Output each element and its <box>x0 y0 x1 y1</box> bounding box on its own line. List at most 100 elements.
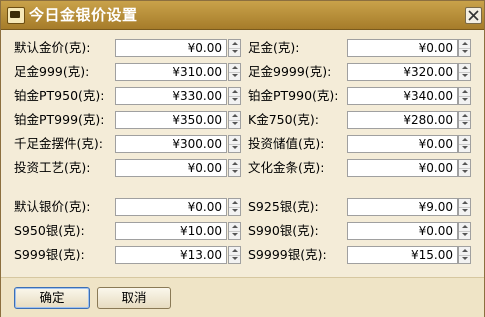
chevron-up-icon <box>462 90 468 93</box>
spin-down-button[interactable] <box>229 72 240 80</box>
price-spinner[interactable] <box>458 222 471 240</box>
left-price-input[interactable]: ¥310.00 <box>115 63 227 81</box>
chevron-down-icon <box>232 170 238 173</box>
close-icon <box>468 10 479 21</box>
right-price-input[interactable]: ¥9.00 <box>347 198 458 216</box>
right-price-input[interactable]: ¥0.00 <box>347 135 458 153</box>
spin-down-button[interactable] <box>459 207 470 215</box>
spin-down-button[interactable] <box>229 207 240 215</box>
chevron-down-icon <box>462 257 468 260</box>
right-price-label: 铂金PT990(克): <box>248 88 339 103</box>
right-price-label: S9999银(克): <box>248 247 327 262</box>
chevron-up-icon <box>232 138 238 141</box>
right-price-label: S990银(克): <box>248 223 319 238</box>
chevron-up-icon <box>462 138 468 141</box>
left-price-input[interactable]: ¥350.00 <box>115 111 227 129</box>
chevron-up-icon <box>232 66 238 69</box>
spin-down-button[interactable] <box>229 120 240 128</box>
spin-down-button[interactable] <box>459 144 470 152</box>
price-value: ¥0.00 <box>418 161 453 175</box>
chevron-up-icon <box>462 162 468 165</box>
right-price-label: 文化金条(克): <box>248 160 325 175</box>
price-value: ¥0.00 <box>418 41 453 55</box>
spin-down-button[interactable] <box>459 255 470 263</box>
left-price-input[interactable]: ¥0.00 <box>115 39 227 57</box>
left-price-input[interactable]: ¥0.00 <box>115 159 227 177</box>
price-spinner[interactable] <box>458 87 471 105</box>
right-price-label: 投资储值(克): <box>248 136 325 151</box>
price-value: ¥320.00 <box>403 65 453 79</box>
chevron-up-icon <box>462 201 468 204</box>
spin-down-button[interactable] <box>229 144 240 152</box>
right-price-label: K金750(克): <box>248 112 320 127</box>
price-spinner[interactable] <box>228 111 241 129</box>
chevron-down-icon <box>232 122 238 125</box>
chevron-down-icon <box>232 50 238 53</box>
ok-button[interactable]: 确定 <box>14 287 90 309</box>
right-price-label: 足金(克): <box>248 40 300 55</box>
chevron-up-icon <box>232 114 238 117</box>
left-price-label: 铂金PT950(克): <box>14 88 105 103</box>
price-value: ¥300.00 <box>172 137 222 151</box>
price-spinner[interactable] <box>458 111 471 129</box>
left-price-input[interactable]: ¥0.00 <box>115 198 227 216</box>
price-value: ¥340.00 <box>403 89 453 103</box>
price-spinner[interactable] <box>228 198 241 216</box>
spin-down-button[interactable] <box>459 168 470 176</box>
spin-down-button[interactable] <box>229 96 240 104</box>
spin-down-button[interactable] <box>459 48 470 56</box>
left-price-input[interactable]: ¥13.00 <box>115 246 227 264</box>
right-price-input[interactable]: ¥15.00 <box>347 246 458 264</box>
chevron-down-icon <box>462 170 468 173</box>
right-price-input[interactable]: ¥320.00 <box>347 63 458 81</box>
chevron-up-icon <box>232 201 238 204</box>
chevron-down-icon <box>462 98 468 101</box>
price-spinner[interactable] <box>228 87 241 105</box>
cancel-button[interactable]: 取消 <box>97 287 171 309</box>
spin-down-button[interactable] <box>459 120 470 128</box>
right-price-input[interactable]: ¥0.00 <box>347 159 458 177</box>
left-price-input[interactable]: ¥10.00 <box>115 222 227 240</box>
price-spinner[interactable] <box>458 198 471 216</box>
left-price-label: 默认银价(克): <box>14 199 91 214</box>
chevron-up-icon <box>462 249 468 252</box>
right-price-input[interactable]: ¥0.00 <box>347 39 458 57</box>
spin-down-button[interactable] <box>459 72 470 80</box>
price-value: ¥0.00 <box>187 161 222 175</box>
close-button[interactable] <box>465 7 482 24</box>
price-value: ¥0.00 <box>418 137 453 151</box>
left-price-input[interactable]: ¥300.00 <box>115 135 227 153</box>
price-spinner[interactable] <box>228 135 241 153</box>
price-spinner[interactable] <box>228 39 241 57</box>
price-spinner[interactable] <box>228 63 241 81</box>
chevron-up-icon <box>462 42 468 45</box>
price-spinner[interactable] <box>228 222 241 240</box>
price-value: ¥350.00 <box>172 113 222 127</box>
chevron-down-icon <box>462 74 468 77</box>
spin-down-button[interactable] <box>459 231 470 239</box>
right-price-label: S925银(克): <box>248 199 319 214</box>
price-spinner[interactable] <box>228 159 241 177</box>
chevron-down-icon <box>232 74 238 77</box>
right-price-input[interactable]: ¥0.00 <box>347 222 458 240</box>
chevron-down-icon <box>462 122 468 125</box>
title-bar[interactable]: 今日金银价设置 <box>1 1 484 30</box>
right-price-input[interactable]: ¥340.00 <box>347 87 458 105</box>
right-price-input[interactable]: ¥280.00 <box>347 111 458 129</box>
price-spinner[interactable] <box>458 135 471 153</box>
spin-down-button[interactable] <box>229 48 240 56</box>
price-spinner[interactable] <box>458 63 471 81</box>
price-value: ¥310.00 <box>172 65 222 79</box>
chevron-down-icon <box>232 233 238 236</box>
price-spinner[interactable] <box>458 39 471 57</box>
spin-down-button[interactable] <box>229 168 240 176</box>
price-spinner[interactable] <box>458 159 471 177</box>
spin-down-button[interactable] <box>229 231 240 239</box>
chevron-up-icon <box>462 66 468 69</box>
left-price-input[interactable]: ¥330.00 <box>115 87 227 105</box>
chevron-up-icon <box>232 162 238 165</box>
spin-down-button[interactable] <box>229 255 240 263</box>
price-spinner[interactable] <box>228 246 241 264</box>
spin-down-button[interactable] <box>459 96 470 104</box>
price-spinner[interactable] <box>458 246 471 264</box>
